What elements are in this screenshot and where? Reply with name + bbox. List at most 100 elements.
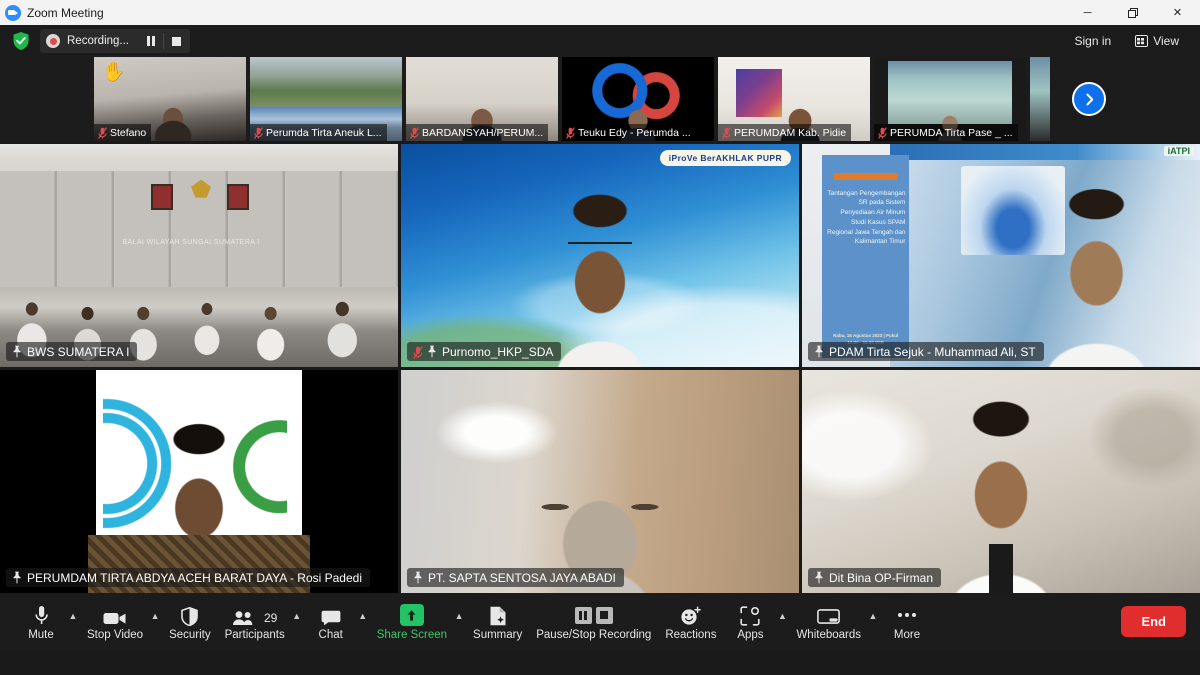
- mic-muted-icon: [98, 126, 107, 139]
- thumbnail-partial-next[interactable]: [1030, 57, 1050, 141]
- apps-chevron-up-icon[interactable]: ▲: [775, 598, 789, 646]
- stop-recording-button[interactable]: [164, 30, 188, 52]
- chat-button[interactable]: Chat: [304, 598, 358, 646]
- thumbnail-name-badge: Stefano: [94, 124, 152, 141]
- mute-options-chevron-up-icon[interactable]: ▲: [66, 598, 80, 646]
- end-meeting-button[interactable]: End: [1121, 606, 1186, 637]
- window-title: Zoom Meeting: [27, 5, 104, 20]
- pin-icon: [12, 571, 22, 584]
- reactions-label: Reactions: [665, 629, 717, 641]
- thumbnail-name: Stefano: [110, 126, 147, 139]
- mute-button[interactable]: Mute: [14, 598, 68, 646]
- meeting-toolbar: Mute ▲ Stop Video ▲ Security 29 Particip…: [0, 593, 1200, 650]
- minimize-button[interactable]: ─: [1065, 0, 1110, 25]
- mute-label: Mute: [28, 629, 54, 641]
- participants-chevron-up-icon[interactable]: ▲: [290, 598, 304, 646]
- security-label: Security: [169, 629, 211, 641]
- more-dots-icon: [898, 604, 917, 626]
- video-camera-icon: [103, 604, 127, 626]
- video-tile-1[interactable]: iProVe BerAKHLAK PUPR Purnomo_HKP_SDA: [401, 144, 799, 367]
- mic-muted-icon: [413, 345, 423, 359]
- pause-stop-recording-button[interactable]: Pause/Stop Recording: [529, 598, 658, 646]
- necktie: [989, 543, 1013, 593]
- summary-button[interactable]: Summary: [466, 598, 529, 646]
- record-dot-icon: [46, 34, 60, 48]
- chat-label: Chat: [318, 629, 343, 641]
- seated-participants: [0, 144, 398, 367]
- window-title-bar: Zoom Meeting ─ ✕: [0, 0, 1200, 25]
- thumbnail-name-badge: BARDANSYAH/PERUM...: [406, 124, 549, 141]
- top-bar-actions: Sign in View: [1066, 29, 1189, 53]
- thumbnail-name-badge: Perumda Tirta Aneuk L...: [250, 124, 387, 141]
- mic-muted-icon: [410, 126, 419, 139]
- filmstrip-next-button[interactable]: [1072, 82, 1106, 116]
- pin-icon: [427, 345, 437, 358]
- zoom-logo-icon: [5, 4, 21, 21]
- thumbnail-3[interactable]: Teuku Edy - Perumda ...: [562, 57, 714, 141]
- share-screen-button[interactable]: Share Screen: [370, 598, 454, 646]
- video-tile-3[interactable]: PERUMDAM TIRTA ABDYA ACEH BARAT DAYA - R…: [0, 370, 398, 593]
- participants-group: 29 Participants ▲: [218, 598, 304, 646]
- whiteboards-button[interactable]: Whiteboards: [789, 598, 868, 646]
- window-controls: ─ ✕: [1065, 0, 1200, 25]
- thumbnail-name: PERUMDA Tirta Pase _ ...: [890, 126, 1013, 139]
- tile-name-badge-3: PERUMDAM TIRTA ABDYA ACEH BARAT DAYA - R…: [6, 568, 370, 587]
- pause-stop-recording-icon: [574, 604, 613, 626]
- person-silhouette: [401, 370, 799, 593]
- thumbnail-name: Teuku Edy - Perumda ...: [578, 126, 691, 139]
- whiteboards-chevron-up-icon[interactable]: ▲: [866, 598, 880, 646]
- participants-icon: 29: [232, 604, 277, 626]
- whiteboards-label: Whiteboards: [796, 629, 862, 641]
- sign-in-label: Sign in: [1074, 34, 1112, 48]
- share-screen-icon: [399, 604, 424, 626]
- pause-recording-button[interactable]: [139, 30, 163, 52]
- security-button[interactable]: Security: [162, 598, 218, 646]
- thumbnail-5[interactable]: PERUMDA Tirta Pase _ ...: [874, 57, 1026, 141]
- thumbnail-2[interactable]: BARDANSYAH/PERUM...: [406, 57, 558, 141]
- video-grid: BALAI WILAYAH SUNGAI SUMATERA I BWS SUMA…: [0, 141, 1200, 593]
- participant-filmstrip: ✋ Stefano Perumda Tirta Aneuk L... BARDA…: [0, 57, 1200, 141]
- reactions-button[interactable]: Reactions: [658, 598, 723, 646]
- video-options-chevron-up-icon[interactable]: ▲: [148, 598, 162, 646]
- apps-button[interactable]: Apps: [723, 598, 777, 646]
- more-button[interactable]: More: [880, 598, 934, 646]
- video-tile-2[interactable]: iATPI Tantangan Pengembangan SR pada Sis…: [802, 144, 1200, 367]
- layout-grid-icon: [1135, 35, 1149, 47]
- view-button[interactable]: View: [1126, 29, 1188, 53]
- thumbnail-name-badge: PERUMDA Tirta Pase _ ...: [874, 124, 1018, 141]
- eyebrows: [520, 503, 680, 510]
- video-tile-5[interactable]: Dit Bina OP-Firman: [802, 370, 1200, 593]
- thumbnail-1[interactable]: Perumda Tirta Aneuk L...: [250, 57, 402, 141]
- share-screen-chevron-up-icon[interactable]: ▲: [452, 598, 466, 646]
- tile-name-badge-0: BWS SUMATERA I: [6, 342, 138, 361]
- participants-count: 29: [263, 611, 278, 625]
- shield-check-icon[interactable]: [12, 31, 30, 51]
- ai-summary-icon: [489, 604, 507, 626]
- close-button[interactable]: ✕: [1155, 0, 1200, 25]
- more-label: More: [893, 629, 921, 641]
- participants-button[interactable]: 29 Participants: [218, 598, 292, 646]
- pin-icon: [814, 345, 824, 358]
- pin-icon: [12, 345, 22, 358]
- shield-icon: [181, 604, 199, 626]
- sign-in-button[interactable]: Sign in: [1066, 29, 1121, 53]
- stop-video-button[interactable]: Stop Video: [80, 598, 150, 646]
- video-tile-0[interactable]: BALAI WILAYAH SUNGAI SUMATERA I BWS SUMA…: [0, 144, 398, 367]
- tile-name: BWS SUMATERA I: [27, 344, 130, 359]
- video-tile-4[interactable]: PT. SAPTA SENTOSA JAYA ABADI: [401, 370, 799, 593]
- mic-muted-icon: [878, 126, 887, 139]
- tile-name-badge-2: PDAM Tirta Sejuk - Muhammad Ali, ST: [808, 342, 1044, 361]
- tile-name-badge-1: Purnomo_HKP_SDA: [407, 342, 562, 361]
- thumbnail-name: Perumda Tirta Aneuk L...: [266, 126, 382, 139]
- meeting-top-bar: Recording... Sign in View: [0, 25, 1200, 57]
- chat-bubble-icon: [321, 604, 341, 626]
- whiteboards-group: Whiteboards ▲: [789, 598, 880, 646]
- thumbnail-0[interactable]: ✋ Stefano: [94, 57, 246, 141]
- chat-chevron-up-icon[interactable]: ▲: [356, 598, 370, 646]
- thumbnail-4[interactable]: PERUMDAM Kab. Pidie: [718, 57, 870, 141]
- summary-label: Summary: [473, 629, 523, 641]
- mic-muted-icon: [254, 126, 263, 139]
- maximize-button[interactable]: [1110, 0, 1155, 25]
- tile-name-badge-5: Dit Bina OP-Firman: [808, 568, 942, 587]
- thumbnail-name: BARDANSYAH/PERUM...: [422, 126, 544, 139]
